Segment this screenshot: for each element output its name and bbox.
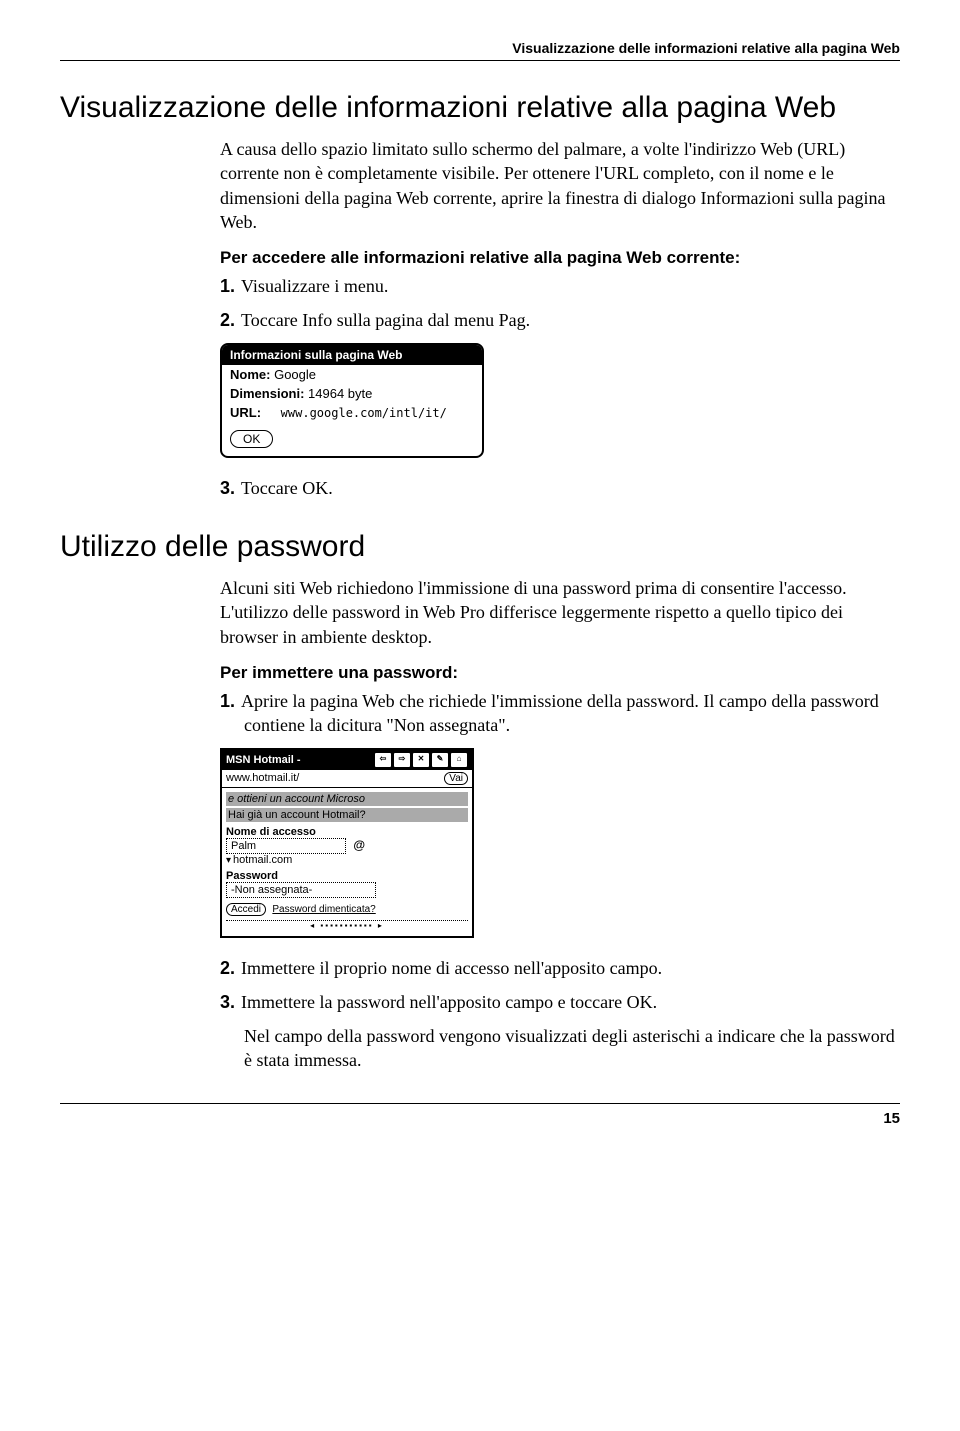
url-field[interactable]: www.hotmail.it/ (226, 772, 444, 784)
scrollbar-indicator[interactable]: ◂ ▪▪▪▪▪▪▪▪▪▪▪ ▸ (226, 920, 468, 930)
username-label: Nome di accesso (226, 826, 468, 838)
section-heading-1: Visualizzazione delle informazioni relat… (60, 91, 900, 125)
ok-button[interactable]: OK (230, 430, 273, 448)
step-number: 3. (220, 478, 235, 498)
dialog-row-size: Dimensioni: 14964 byte (222, 384, 482, 403)
domain-dropdown[interactable]: hotmail.com (226, 854, 468, 866)
stop-icon[interactable]: ✕ (412, 752, 430, 768)
browser-titlebar: MSN Hotmail - ⇦ ⇨ ✕ ✎ ⌂ (222, 750, 472, 770)
name-label: Nome: (230, 367, 270, 382)
username-row: Palm @ (226, 838, 468, 854)
dialog-row-url: URL: www.google.com/intl/it/ (222, 403, 482, 422)
intro-paragraph-1: A causa dello spazio limitato sullo sche… (220, 137, 900, 234)
step-2-1: 1. Aprire la pagina Web che richiede l'im… (220, 689, 900, 738)
step-1-2: 2. Toccare Info sulla pagina dal menu Pag… (220, 308, 900, 332)
footer-rule (60, 1103, 900, 1104)
header-rule (60, 60, 900, 61)
step-number: 2. (220, 310, 235, 330)
banner-text: e ottieni un account Microso (226, 792, 468, 806)
home-icon[interactable]: ⌂ (450, 752, 468, 768)
procedure-heading-1: Per accedere alle informazioni relative … (220, 248, 900, 268)
step-number: 1. (220, 276, 235, 296)
step-text: Toccare Info sulla pagina dal menu Pag. (241, 310, 530, 330)
browser-mock: MSN Hotmail - ⇦ ⇨ ✕ ✎ ⌂ www.hotmail.it/ … (220, 748, 474, 938)
step-text: Immettere la password nell'apposito camp… (241, 992, 657, 1012)
login-button[interactable]: Accedi (226, 903, 266, 916)
bookmark-icon[interactable]: ✎ (431, 752, 449, 768)
back-icon[interactable]: ⇦ (374, 752, 392, 768)
dialog-title: Informazioni sulla pagina Web (222, 345, 482, 365)
step-text: Visualizzare i menu. (241, 276, 388, 296)
step-2-3: 3. Immettere la password nell'apposito ca… (220, 990, 900, 1014)
step-text: Toccare OK. (241, 478, 333, 498)
running-header: Visualizzazione delle informazioni relat… (60, 40, 900, 56)
section-heading-2: Utilizzo delle password (60, 530, 900, 564)
dialog-row-name: Nome: Google (222, 365, 482, 384)
toolbar-icons: ⇦ ⇨ ✕ ✎ ⌂ (374, 752, 468, 768)
question-text: Hai già un account Hotmail? (226, 808, 468, 822)
url-bar: www.hotmail.it/ Vai (222, 770, 472, 788)
forgot-password-link[interactable]: Password dimenticata? (272, 904, 375, 915)
step-2-2: 2. Immettere il proprio nome di accesso n… (220, 956, 900, 980)
step-text: Aprire la pagina Web che richiede l'immi… (241, 691, 879, 735)
step-1-1: 1. Visualizzare i menu. (220, 274, 900, 298)
password-label: Password (226, 870, 468, 882)
procedure-heading-2: Per immettere una password: (220, 663, 900, 683)
username-input[interactable]: Palm (226, 838, 346, 854)
note-paragraph: Nel campo della password vengono visuali… (244, 1024, 900, 1073)
browser-title: MSN Hotmail - (226, 754, 374, 766)
url-value: www.google.com/intl/it/ (265, 406, 447, 420)
info-dialog: Informazioni sulla pagina Web Nome: Goog… (220, 343, 484, 458)
intro-paragraph-2: Alcuni siti Web richiedono l'immissione … (220, 576, 900, 649)
at-symbol: @ (353, 838, 365, 852)
step-text: Immettere il proprio nome di accesso nel… (241, 958, 662, 978)
step-1-3: 3. Toccare OK. (220, 476, 900, 500)
url-label: URL: (230, 405, 261, 420)
name-value: Google (274, 367, 316, 382)
password-input[interactable]: -Non assegnata- (226, 882, 376, 898)
page-header: Visualizzazione delle informazioni relat… (60, 40, 900, 61)
size-label: Dimensioni: (230, 386, 304, 401)
size-value: 14964 byte (308, 386, 372, 401)
forward-icon[interactable]: ⇨ (393, 752, 411, 768)
step-number: 3. (220, 992, 235, 1012)
go-button[interactable]: Vai (444, 772, 468, 785)
browser-content: e ottieni un account Microso Hai già un … (222, 788, 472, 936)
step-number: 2. (220, 958, 235, 978)
step-number: 1. (220, 691, 235, 711)
login-row: Accedi Password dimenticata? (226, 901, 468, 916)
page-number: 15 (60, 1110, 900, 1127)
